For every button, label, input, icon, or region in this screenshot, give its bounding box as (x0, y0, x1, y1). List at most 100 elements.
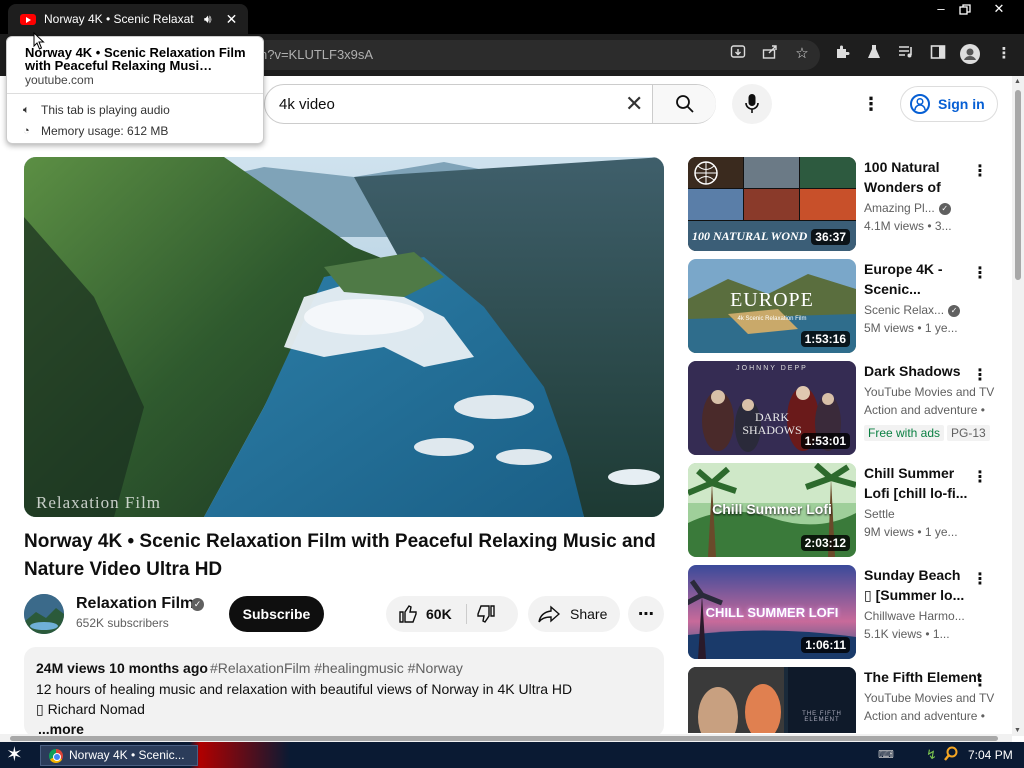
network-icon[interactable]: ↯ (926, 747, 937, 763)
thumbnail-image (688, 667, 856, 733)
horizontal-scroll-thumb[interactable] (10, 736, 998, 741)
recommendation-thumbnail[interactable]: Chill Summer Lofi 2:03:12 (688, 463, 856, 557)
voice-search-button[interactable] (732, 84, 772, 124)
share-page-icon[interactable] (760, 44, 780, 64)
recommendation-thumbnail[interactable]: JOHNNY DEPP DARK SHADOWS 1:53:01 (688, 361, 856, 455)
recommendation-title[interactable]: 100 Natural Wonders of th... (864, 157, 968, 197)
extensions-icon[interactable] (832, 44, 852, 64)
labs-flask-icon[interactable] (864, 44, 884, 64)
horizontal-scrollbar[interactable] (0, 734, 1012, 742)
recommendation-item[interactable]: CHILL SUMMER LOFI 1:06:11 Sunday Beach ▯… (688, 565, 1018, 661)
restore-button[interactable] (950, 0, 980, 20)
more-actions-button[interactable]: ⋯ (628, 596, 664, 632)
recommendation-thumbnail[interactable]: EUROPE 4k Scenic Relaxation Film 1:53:16 (688, 259, 856, 353)
like-dislike-group: 60K (386, 596, 518, 632)
description-box[interactable]: 24M views 10 months ago #RelaxationFilm … (24, 647, 664, 737)
recommendation-channel-name: Amazing Pl... (864, 201, 935, 215)
recommendation-more-icon[interactable]: ⋮ (972, 569, 988, 589)
video-duration: 2:03:12 (800, 535, 850, 551)
close-window-button[interactable]: ✕ (984, 0, 1014, 20)
recommendation-more-icon[interactable]: ⋮ (972, 467, 988, 487)
tab-close-icon[interactable]: ✕ (226, 11, 238, 28)
keyboard-icon[interactable]: ⌨ (878, 748, 894, 761)
recommendation-title[interactable]: Chill Summer Lofi [chill lo-fi... (864, 463, 968, 503)
recommendation-item[interactable]: Chill Summer Lofi 2:03:12 Chill Summer L… (688, 463, 1018, 559)
recommendation-meta: Action and adventure • (864, 403, 985, 417)
share-button[interactable]: Share (528, 596, 620, 632)
hover-card-memory-row: ◔ Memory usage: 612 MB (23, 124, 168, 138)
taskbar-window-label: Norway 4K • Scenic... (69, 748, 185, 762)
recommendation-item[interactable]: THE FIFTH ELEMENT The Fifth Element YouT… (688, 667, 1018, 733)
video-duration: 1:53:16 (800, 331, 850, 347)
channel-watermark: Relaxation Film (36, 493, 162, 512)
verified-badge-icon: ✓ (948, 304, 961, 317)
hover-card-domain: youtube.com (25, 73, 94, 87)
browser-tab[interactable]: Norway 4K • Scenic Relaxation 🔊︎ ✕ (8, 4, 248, 34)
subscribe-button[interactable]: Subscribe (229, 596, 324, 632)
taskbar-chrome-window[interactable]: Norway 4K • Scenic... (40, 745, 198, 766)
video-title: Norway 4K • Scenic Relaxation Film with … (24, 531, 656, 580)
vertical-scroll-thumb[interactable] (1015, 90, 1021, 280)
recommendation-more-icon[interactable]: ⋮ (972, 263, 988, 283)
rating-badge: PG-13 (947, 425, 990, 441)
hover-card-memory-text: Memory usage: 612 MB (41, 124, 169, 138)
recommendation-thumbnail[interactable]: CHILL SUMMER LOFI 1:06:11 (688, 565, 856, 659)
recommendation-more-icon[interactable]: ⋮ (972, 365, 988, 385)
recommendation-more-icon[interactable]: ⋮ (972, 671, 988, 691)
settings-more-icon[interactable]: ⋮ (862, 94, 880, 115)
recommendation-item[interactable]: 100 NATURAL WOND 36:37 100 Natural Wonde… (688, 157, 1018, 253)
start-menu-icon[interactable]: ✶ (6, 744, 23, 766)
search-icon (676, 95, 694, 113)
browser-titlebar: Norway 4K • Scenic Relaxation 🔊︎ ✕ – ✕ (0, 0, 1024, 34)
video-duration: 36:37 (811, 229, 850, 245)
dislike-button[interactable] (476, 604, 496, 627)
os-taskbar: ✶ Norway 4K • Scenic... ⌨ ↯ 7:04 PM (0, 742, 1024, 768)
channel-name[interactable]: Relaxation Film (76, 595, 194, 613)
description-line-2: ▯ Richard Nomad (36, 701, 145, 717)
video-player[interactable]: Relaxation Film (24, 157, 664, 517)
search-box: ✕ (264, 84, 716, 124)
recommendation-thumbnail[interactable]: THE FIFTH ELEMENT (688, 667, 856, 733)
recommendation-title[interactable]: Sunday Beach ▯ [Summer lo... (864, 565, 968, 605)
browser-menu-icon[interactable]: ⋮ (994, 44, 1014, 64)
bookmark-star-icon[interactable]: ☆ (792, 44, 812, 64)
share-page-svg (762, 45, 777, 59)
recommendation-title[interactable]: The Fifth Element (864, 667, 984, 687)
sign-in-button[interactable]: Sign in (900, 86, 998, 122)
microphone-icon (745, 94, 759, 113)
vertical-scrollbar[interactable]: ▲ ▼ (1012, 76, 1024, 736)
recommendation-item[interactable]: JOHNNY DEPP DARK SHADOWS 1:53:01 Dark Sh… (688, 361, 1018, 457)
video-duration: 1:53:01 (800, 433, 850, 449)
recommendation-more-icon[interactable]: ⋮ (972, 161, 988, 181)
recommendation-channel: YouTube Movies and TV (864, 385, 995, 399)
recommendation-title[interactable]: Dark Shadows (864, 361, 968, 381)
memory-gauge-icon: ◔ (23, 125, 30, 137)
hashtags[interactable]: #RelaxationFilm #healingmusic #Norway (210, 660, 463, 676)
recommendation-thumbnail[interactable]: 100 NATURAL WOND 36:37 (688, 157, 856, 251)
scroll-up-arrow-icon[interactable]: ▲ (1014, 78, 1021, 85)
channel-avatar[interactable] (24, 594, 64, 634)
recommendation-title[interactable]: Europe 4K - Scenic... (864, 259, 968, 299)
search-button[interactable] (652, 85, 716, 123)
scroll-down-arrow-icon[interactable]: ▼ (1014, 727, 1021, 734)
recommendation-meta: 9M views • 1 ye... (864, 525, 958, 539)
recommendation-channel: Amazing Pl... ✓ (864, 201, 951, 215)
channel-avatar-image (24, 594, 64, 634)
search-tray-icon[interactable] (944, 746, 958, 765)
media-queue-icon[interactable] (896, 44, 916, 64)
tab-hover-card: Norway 4K • Scenic Relaxation Film with … (6, 36, 264, 144)
like-divider (466, 604, 467, 624)
like-button[interactable]: 60K (386, 596, 466, 632)
speaker-icon[interactable]: 🔊︎ (204, 12, 212, 27)
search-input[interactable] (279, 85, 609, 123)
video-duration: 1:06:11 (801, 637, 850, 653)
video-frame-image (24, 157, 664, 517)
profile-icon[interactable] (960, 44, 980, 64)
side-panel-icon[interactable] (928, 44, 948, 64)
clear-search-icon[interactable]: ✕ (625, 93, 643, 115)
recommendation-item[interactable]: EUROPE 4k Scenic Relaxation Film 1:53:16… (688, 259, 1018, 355)
install-icon[interactable] (728, 44, 748, 64)
tab-title: Norway 4K • Scenic Relaxation (44, 12, 194, 26)
subscriber-count: 652K subscribers (76, 616, 169, 630)
recommendation-channel-name: Scenic Relax... (864, 303, 945, 317)
